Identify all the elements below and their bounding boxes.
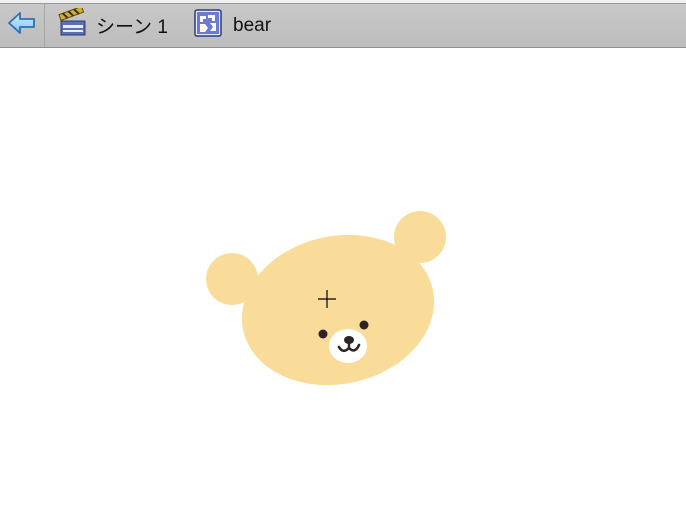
scene-clapperboard-icon: [58, 5, 88, 43]
stage-canvas[interactable]: [0, 48, 686, 526]
breadcrumb-scene-label: シーン 1: [96, 17, 168, 38]
bear-left-eye: [318, 329, 328, 339]
bear-right-eye: [359, 320, 369, 330]
breadcrumb-symbol-label: bear: [233, 14, 272, 36]
back-button[interactable]: [0, 4, 45, 47]
breadcrumb-symbol[interactable]: bear: [193, 4, 271, 47]
breadcrumb-scene[interactable]: シーン 1: [58, 4, 168, 47]
edit-bar: シーン 1 bear: [0, 3, 686, 48]
movie-clip-symbol-icon: [193, 8, 223, 43]
back-arrow-icon: [7, 11, 37, 40]
